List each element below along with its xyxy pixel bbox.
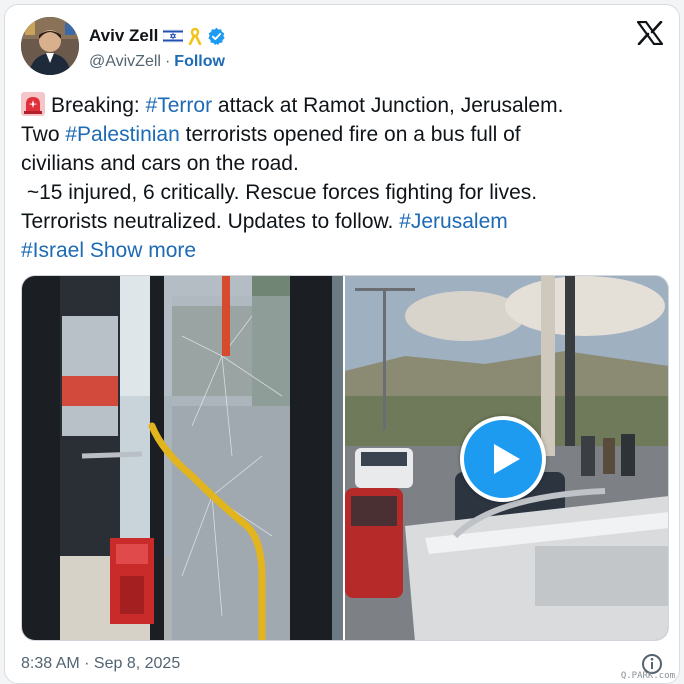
tweet-timestamp[interactable]: 8:38 AM · Sep 8, 2025 (21, 655, 180, 673)
tweet-text: Breaking: #Terror attack at Ramot Juncti… (21, 91, 671, 265)
hashtag-jerusalem[interactable]: #Jerusalem (399, 210, 508, 233)
handle-separator: · (164, 53, 171, 70)
follow-button[interactable]: Follow (174, 53, 225, 71)
avatar[interactable] (21, 17, 79, 75)
tweet-line-2-rest: terrorists opened fire on a bus full of (179, 123, 521, 146)
verified-badge-icon (207, 27, 226, 46)
handle[interactable]: @AvivZell (89, 53, 161, 71)
yellow-ribbon-icon (188, 27, 202, 46)
tweet-line-1-prefix: Breaking: (51, 94, 146, 117)
show-more-link[interactable]: Show more (90, 239, 196, 262)
street-video-thumbnail[interactable] (345, 276, 668, 640)
display-name[interactable]: Aviv Zell (89, 26, 158, 46)
hashtag-israel[interactable]: #Israel (21, 239, 84, 262)
tweet-line-4: ~15 injured, 6 critically. Rescue forces… (21, 181, 538, 204)
hashtag-terror[interactable]: #Terror (146, 94, 213, 117)
israel-flag-icon (163, 28, 184, 44)
tweet-line-2-prefix: Two (21, 123, 66, 146)
x-logo-icon[interactable] (636, 20, 664, 46)
tweet-card: Aviv Zell @AvivZell · Follow Breaking: #… (4, 4, 680, 684)
play-button[interactable] (460, 416, 546, 502)
siren-icon (21, 92, 45, 116)
media-gallery (21, 275, 669, 641)
hashtag-palestinian[interactable]: #Palestinian (65, 123, 179, 146)
play-icon (494, 444, 520, 474)
bus-interior-photo[interactable] (22, 276, 343, 640)
tweet-line-3: civilians and cars on the road. (21, 152, 299, 175)
tweet-line-1-rest: attack at Ramot Junction, Jerusalem. (212, 94, 564, 117)
watermark: Q.PARK.com (620, 671, 675, 681)
tweet-line-5-prefix: Terrorists neutralized. Updates to follo… (21, 210, 400, 233)
